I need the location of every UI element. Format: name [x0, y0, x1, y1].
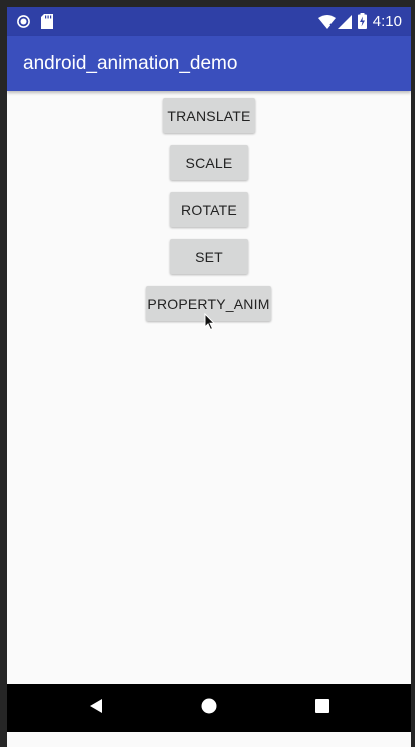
rotate-button[interactable]: ROTATE	[170, 192, 248, 227]
app-bar: android_animation_demo	[7, 36, 411, 91]
app-title: android_animation_demo	[23, 53, 238, 74]
home-icon	[201, 698, 217, 719]
device-screen: 4:10 android_animation_demo TRANSLATE SC…	[7, 7, 411, 747]
battery-charging-icon	[358, 13, 367, 34]
content-area: TRANSLATE SCALE ROTATE SET PROPERTY_ANIM	[7, 91, 411, 684]
scale-button[interactable]: SCALE	[170, 145, 248, 180]
signal-icon	[338, 15, 352, 34]
recents-icon	[315, 698, 329, 718]
back-icon	[89, 698, 103, 719]
sd-card-icon	[41, 14, 54, 29]
back-button[interactable]	[66, 684, 126, 732]
recents-button[interactable]	[292, 684, 352, 732]
record-icon	[17, 15, 30, 28]
mouse-cursor-icon	[204, 312, 216, 336]
translate-button[interactable]: TRANSLATE	[163, 98, 255, 133]
status-bar: 4:10	[7, 7, 411, 36]
navigation-bar	[7, 684, 411, 732]
device-frame: 4:10 android_animation_demo TRANSLATE SC…	[0, 0, 415, 747]
wifi-icon	[318, 15, 336, 34]
home-button[interactable]	[179, 684, 239, 732]
status-time: 4:10	[372, 13, 402, 30]
set-button[interactable]: SET	[170, 239, 248, 274]
